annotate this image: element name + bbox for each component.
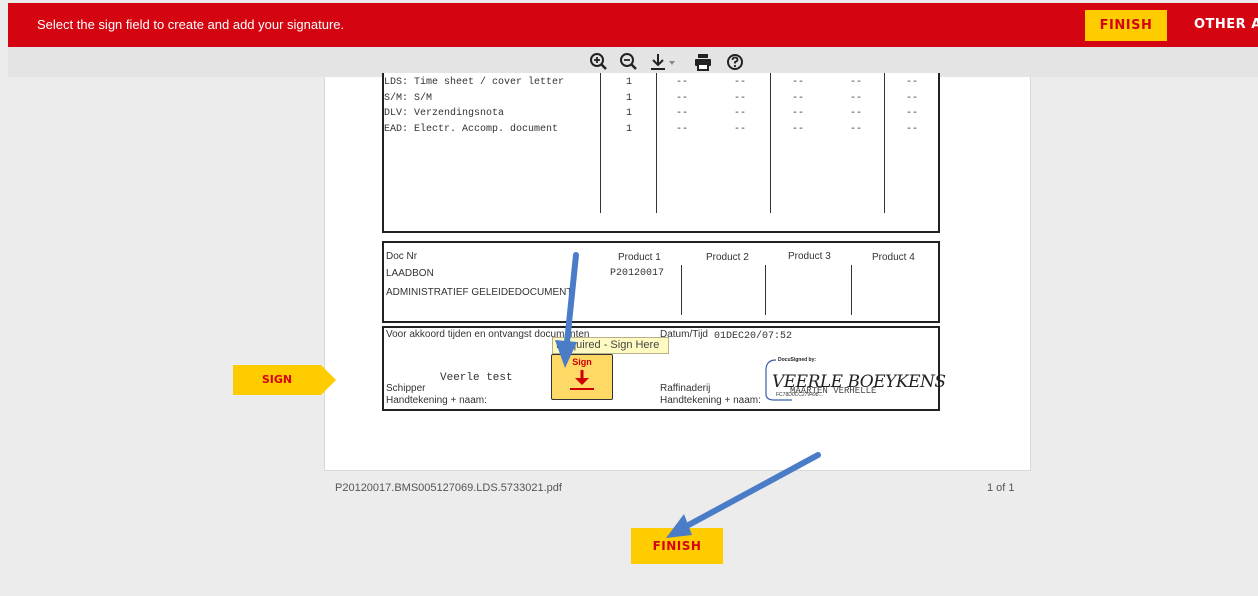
doc-row-col: -- [850, 124, 863, 135]
datetime-value: 01DEC20/07:52 [714, 331, 793, 342]
doc-row-col: -- [676, 93, 689, 104]
doc-row-col: -- [734, 93, 747, 104]
doc-row-col: -- [792, 77, 805, 88]
schipper-typed-name: Veerle test [440, 372, 513, 384]
documents-table: LDS: Time sheet / cover letter 1 -- -- -… [382, 73, 940, 233]
doc-row-name: DLV: Verzendingsnota [384, 108, 505, 119]
doc-row-col: -- [676, 124, 689, 135]
other-actions-button[interactable]: OTHER AC [1194, 17, 1258, 32]
help-icon[interactable] [724, 51, 746, 73]
top-action-bar: Select the sign field to create and add … [8, 3, 1258, 47]
products-table: Doc Nr Product 1 Product 2 Product 3 Pro… [382, 241, 940, 323]
raffinaderij-label: Raffinaderij [660, 383, 711, 394]
doc-row-col: -- [676, 77, 689, 88]
sign-tag[interactable]: SIGN [233, 365, 336, 395]
laadbon-value: P20120017 [610, 268, 665, 279]
print-icon[interactable] [692, 51, 714, 73]
page-count: 1 of 1 [987, 482, 1015, 494]
geleidedocument-label: ADMINISTRATIEF GELEIDEDOCUMENT [386, 287, 573, 298]
signature-id: FC78D0CC279498... [776, 392, 823, 398]
sign-field[interactable]: Sign [551, 354, 613, 400]
required-sign-tooltip: Required - Sign Here [552, 337, 669, 354]
docusigned-by: DocuSigned by: [778, 357, 817, 363]
doc-row-col: -- [906, 77, 919, 88]
laadbon-label: LAADBON [386, 268, 434, 279]
handtekening-left: Handtekening + naam: [386, 395, 487, 406]
doc-row-col: -- [792, 93, 805, 104]
doc-row-col: -- [676, 108, 689, 119]
document-page: LDS: Time sheet / cover letter 1 -- -- -… [324, 73, 1031, 471]
doc-row-count: 1 [626, 124, 633, 135]
doc-row-col: -- [792, 108, 805, 119]
doc-row-col: -- [850, 93, 863, 104]
doc-row-count: 1 [626, 93, 633, 104]
doc-row-name: LDS: Time sheet / cover letter [384, 77, 565, 88]
doc-row-col: -- [792, 124, 805, 135]
schipper-label: Schipper [386, 383, 426, 394]
doc-row-col: -- [906, 108, 919, 119]
zoom-in-icon[interactable] [588, 51, 610, 73]
doc-row-col: -- [734, 108, 747, 119]
instruction-message: Select the sign field to create and add … [37, 17, 345, 32]
finish-button-bottom[interactable]: FINISH [631, 528, 723, 564]
finish-button-top[interactable]: FINISH [1085, 10, 1167, 41]
doc-row-col: -- [734, 77, 747, 88]
sign-arrow-down-icon [570, 370, 594, 390]
handtekening-right: Handtekening + naam: [660, 395, 761, 406]
doc-row-count: 1 [626, 77, 633, 88]
download-icon[interactable] [648, 51, 678, 73]
document-filename: P20120017.BMS005127069.LDS.5733021.pdf [335, 482, 562, 494]
doc-row-col: -- [734, 124, 747, 135]
sign-tag-label: SIGN [261, 373, 293, 386]
product-header: Product 3 [788, 251, 831, 262]
doc-nr-label: Doc Nr [386, 251, 418, 262]
sign-field-label: Sign [572, 357, 592, 367]
product-header: Product 2 [706, 252, 749, 263]
doc-row-count: 1 [626, 108, 633, 119]
doc-row-name: EAD: Electr. Accomp. document [384, 124, 559, 135]
doc-row-col: -- [906, 93, 919, 104]
doc-row-col: -- [850, 77, 863, 88]
docusign-signature: DocuSigned by: VEERLE BOEYKENS MAARTEN V… [762, 357, 946, 402]
doc-row-col: -- [850, 108, 863, 119]
zoom-out-icon[interactable] [618, 51, 640, 73]
product-header: Product 1 [618, 252, 661, 263]
doc-row-col: -- [906, 124, 919, 135]
product-header: Product 4 [872, 252, 915, 263]
doc-row-name: S/M: S/M [384, 93, 433, 104]
